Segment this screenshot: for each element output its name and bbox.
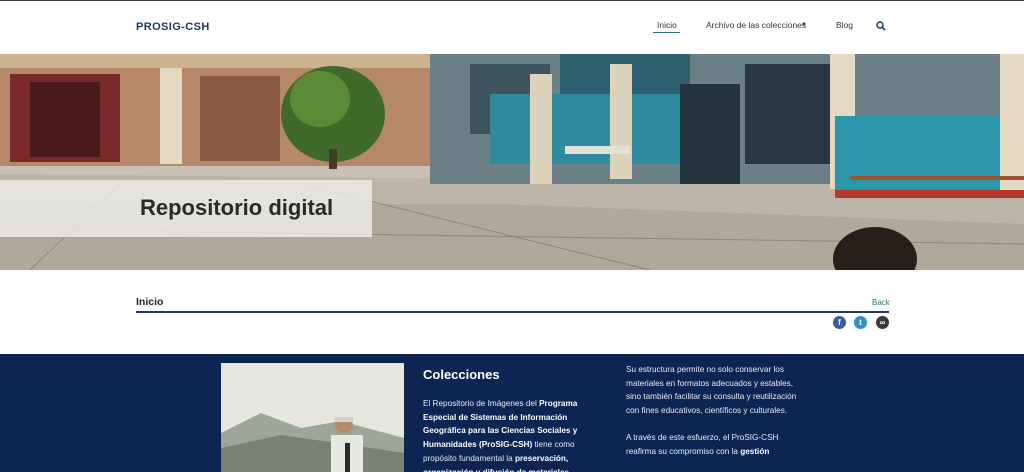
collections-description: Su estructura permite no solo conservar … bbox=[626, 363, 806, 471]
site-logo[interactable]: PROSIG-CSH bbox=[136, 21, 210, 33]
hero-image bbox=[0, 54, 1024, 270]
collections-title: Colecciones bbox=[423, 367, 500, 382]
search-icon[interactable] bbox=[876, 21, 886, 31]
hero-banner: Repositorio digital bbox=[0, 54, 1024, 270]
page-title: Repositorio digital bbox=[140, 195, 334, 220]
nav-item-archive[interactable]: Archivo de las colecciones bbox=[706, 20, 806, 30]
chevron-down-icon[interactable]: ▼ bbox=[801, 22, 807, 28]
twitter-share-icon[interactable]: t bbox=[854, 316, 867, 329]
nav-item-home[interactable]: Inicio bbox=[657, 20, 677, 30]
breadcrumb-divider bbox=[136, 311, 889, 313]
collections-photo bbox=[221, 363, 404, 472]
intro-text-1: El Repositorio de Imágenes del bbox=[423, 399, 540, 408]
link-share-icon[interactable]: ∞ bbox=[876, 316, 889, 329]
nav-active-indicator bbox=[653, 32, 680, 33]
back-link[interactable]: Back bbox=[872, 298, 890, 307]
facebook-share-icon[interactable]: f bbox=[833, 316, 846, 329]
nav-item-blog[interactable]: Blog bbox=[836, 20, 853, 30]
description-paragraph-1: Su estructura permite no solo conservar … bbox=[626, 365, 797, 416]
description-paragraph-2: A través de este esfuerzo, el ProSIG-CSH… bbox=[626, 431, 806, 458]
collections-intro: El Repositorio de Imágenes del Programa … bbox=[423, 397, 601, 472]
description-bold-2: gestión bbox=[740, 446, 770, 456]
breadcrumb[interactable]: Inicio bbox=[136, 296, 163, 308]
site-header: PROSIG-CSH bbox=[0, 1, 1024, 54]
